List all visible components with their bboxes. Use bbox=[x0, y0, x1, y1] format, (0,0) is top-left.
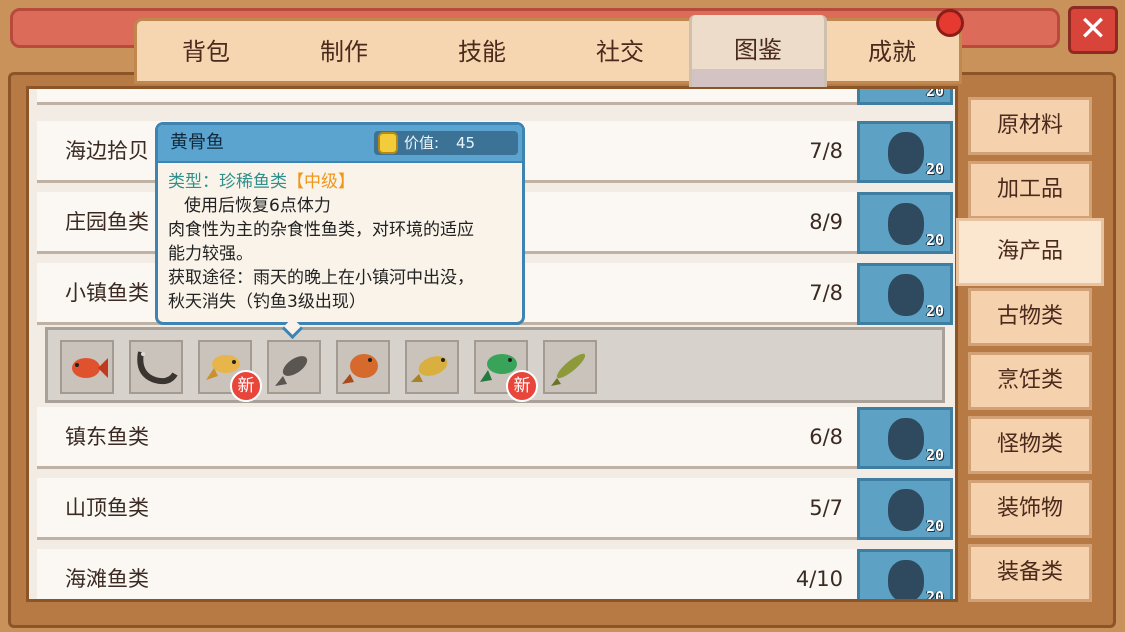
reward-count: 20 bbox=[925, 231, 944, 249]
row-title: 海边拾贝 bbox=[65, 139, 149, 163]
new-badge: 新 bbox=[506, 370, 538, 402]
collection-screen: ✕ 20 海边拾贝 7/8 20 庄园鱼类 8/9 20 小镇鱼类 7/8 20… bbox=[0, 0, 1125, 632]
fish-slot[interactable] bbox=[129, 340, 183, 394]
fish-slot[interactable] bbox=[267, 340, 321, 394]
value-box: 价值: 45 bbox=[374, 131, 518, 155]
reward-count: 20 bbox=[925, 517, 944, 535]
golden-fish-icon bbox=[411, 356, 448, 382]
row-title: 小镇鱼类 bbox=[65, 281, 149, 305]
reward-bag-icon bbox=[888, 560, 924, 599]
tooltip-description-line: 肉食性为主的杂食性鱼类，对环境的适应 bbox=[168, 220, 474, 240]
reward-bag-icon bbox=[888, 203, 924, 245]
category-artifacts[interactable]: 古物类 bbox=[968, 288, 1092, 346]
unknown-fish-silhouette-icon bbox=[275, 356, 308, 386]
eel-icon bbox=[137, 351, 178, 385]
tooltip-source-line: 秋天消失（钓鱼3级出现） bbox=[168, 292, 366, 312]
tab-crafting[interactable]: 制作 bbox=[275, 21, 413, 83]
row-progress: 5/7 bbox=[809, 496, 843, 520]
category-decorations[interactable]: 装饰物 bbox=[968, 480, 1092, 538]
reward-box[interactable]: 20 bbox=[857, 549, 953, 602]
tab-social[interactable]: 社交 bbox=[551, 21, 689, 83]
reward-bag-icon bbox=[888, 418, 924, 460]
pike-fish-icon bbox=[551, 353, 586, 386]
reward-count: 20 bbox=[925, 446, 944, 464]
category-processed-goods[interactable]: 加工品 bbox=[968, 161, 1092, 219]
reward-box[interactable]: 20 bbox=[857, 121, 953, 183]
tab-backpack[interactable]: 背包 bbox=[137, 21, 275, 83]
fish-slot[interactable] bbox=[405, 340, 459, 394]
item-tooltip: 黄骨鱼 价值: 45 类型：珍稀鱼类【中级】 使用后恢复6点体力 肉食性为主的杂… bbox=[155, 122, 525, 340]
row-title: 庄园鱼类 bbox=[65, 210, 149, 234]
orange-flat-fish-icon bbox=[342, 354, 378, 384]
notification-dot-icon bbox=[936, 9, 964, 37]
reward-bag-icon bbox=[888, 274, 924, 316]
value-label: 价值: bbox=[404, 134, 440, 152]
reward-box[interactable]: 20 bbox=[857, 86, 953, 105]
main-tab-bar: 背包 制作 技能 社交 图鉴 成就 bbox=[134, 15, 962, 87]
reward-bag-icon bbox=[888, 489, 924, 531]
reward-bag-icon bbox=[888, 132, 924, 174]
tooltip-source-line: 获取途径：雨天的晚上在小镇河中出没， bbox=[168, 268, 474, 288]
row-progress: 7/8 bbox=[809, 281, 843, 305]
reward-count: 20 bbox=[925, 86, 944, 100]
reward-count: 20 bbox=[925, 588, 944, 602]
fish-slot[interactable]: 新 bbox=[474, 340, 538, 402]
row-progress: 4/10 bbox=[795, 567, 843, 591]
reward-count: 20 bbox=[925, 160, 944, 178]
tooltip-header: 黄骨鱼 价值: 45 bbox=[158, 125, 522, 163]
fish-slot[interactable] bbox=[60, 340, 114, 394]
row-title: 海滩鱼类 bbox=[65, 567, 149, 591]
new-badge: 新 bbox=[230, 370, 262, 402]
tooltip-title: 黄骨鱼 bbox=[170, 132, 224, 153]
list-row-partial bbox=[37, 89, 857, 105]
value-amount: 45 bbox=[456, 134, 476, 152]
list-row[interactable]: 山顶鱼类 5/7 bbox=[37, 478, 857, 540]
tooltip-type-line: 类型：珍稀鱼类【中级】 bbox=[168, 167, 355, 192]
item-grade: 【中级】 bbox=[287, 172, 355, 192]
category-monsters[interactable]: 怪物类 bbox=[968, 416, 1092, 474]
row-title: 山顶鱼类 bbox=[65, 496, 149, 520]
red-fish-icon bbox=[72, 358, 108, 378]
tooltip-effect: 使用后恢复6点体力 bbox=[184, 196, 331, 216]
close-icon: ✕ bbox=[1078, 9, 1108, 49]
reward-count: 20 bbox=[925, 302, 944, 320]
tab-skills[interactable]: 技能 bbox=[413, 21, 551, 83]
reward-box[interactable]: 20 bbox=[857, 407, 953, 469]
list-row[interactable]: 镇东鱼类 6/8 bbox=[37, 407, 857, 469]
row-progress: 8/9 bbox=[809, 210, 843, 234]
category-cooking[interactable]: 烹饪类 bbox=[968, 352, 1092, 410]
row-progress: 7/8 bbox=[809, 139, 843, 163]
category-equipment[interactable]: 装备类 bbox=[968, 544, 1092, 602]
reward-box[interactable]: 20 bbox=[857, 192, 953, 254]
category-seafood[interactable]: 海产品 bbox=[956, 218, 1104, 286]
category-raw-materials[interactable]: 原材料 bbox=[968, 97, 1092, 155]
item-type: 类型：珍稀鱼类 bbox=[168, 172, 287, 192]
reward-box[interactable]: 20 bbox=[857, 478, 953, 540]
close-button[interactable]: ✕ bbox=[1068, 6, 1118, 54]
coin-icon bbox=[378, 132, 398, 154]
tooltip-description-line: 能力较强。 bbox=[168, 244, 253, 264]
row-progress: 6/8 bbox=[809, 425, 843, 449]
fish-slot[interactable] bbox=[543, 340, 597, 394]
reward-box[interactable]: 20 bbox=[857, 263, 953, 325]
list-row[interactable]: 海滩鱼类 4/10 bbox=[37, 549, 857, 599]
fish-slot[interactable]: 新 bbox=[198, 340, 262, 402]
fish-item-strip: 新 新 bbox=[45, 327, 945, 403]
fish-slot[interactable] bbox=[336, 340, 390, 394]
tab-collection[interactable]: 图鉴 bbox=[689, 15, 827, 87]
row-title: 镇东鱼类 bbox=[65, 425, 149, 449]
